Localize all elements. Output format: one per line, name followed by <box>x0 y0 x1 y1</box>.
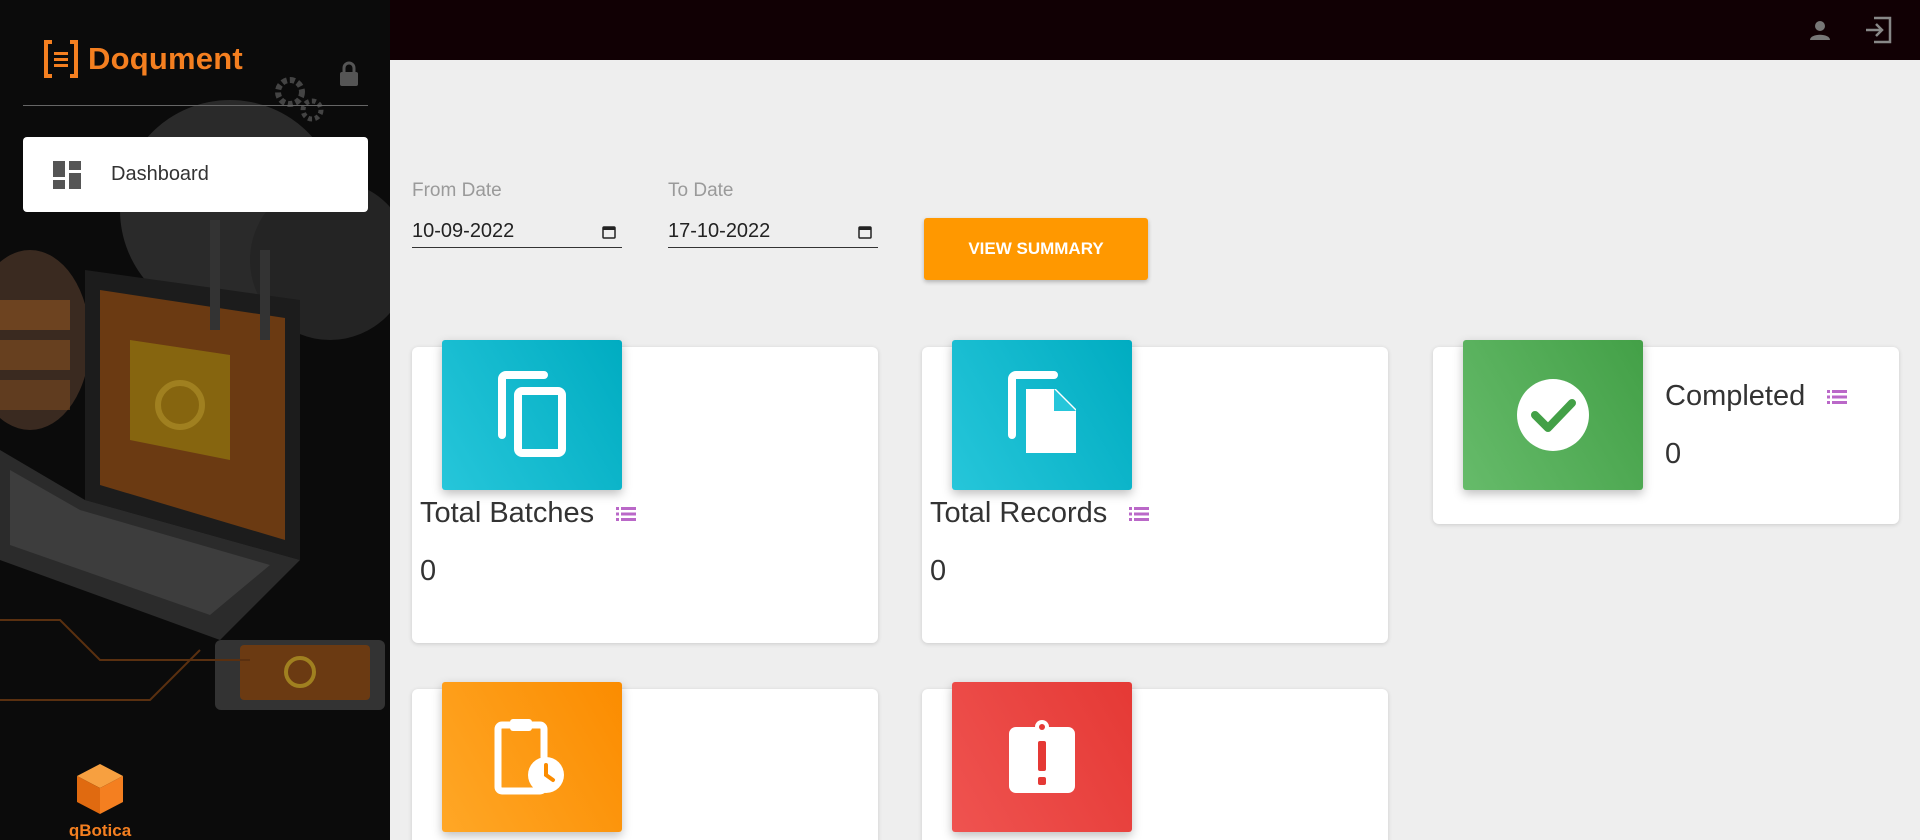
app-name: Doqument <box>88 41 243 76</box>
logout-icon <box>1866 16 1892 44</box>
view-summary-button[interactable]: VIEW SUMMARY <box>924 218 1148 280</box>
card-value: 0 <box>930 555 947 587</box>
total-batches-card: Total Batches 0 <box>412 340 878 643</box>
sidebar-item-dashboard[interactable]: Dashboard <box>23 137 368 212</box>
card-title: Completed <box>1665 380 1848 413</box>
user-button[interactable] <box>1802 12 1838 48</box>
from-date-field: From Date 10-09-2022 <box>412 180 622 248</box>
footer-brand: qBotica <box>60 762 140 840</box>
lock-icon <box>340 61 358 86</box>
to-date-input[interactable]: 17-10-2022 <box>668 216 878 248</box>
gear-icon <box>275 77 324 122</box>
card-icon-box <box>952 340 1132 490</box>
card-title-text: Total Records <box>930 497 1108 529</box>
from-date-value: 10-09-2022 <box>412 220 515 242</box>
to-date-value: 17-10-2022 <box>668 220 771 242</box>
sidebar-item-label: Dashboard <box>111 163 209 185</box>
card-icon-box <box>952 682 1132 832</box>
topbar <box>390 0 1920 60</box>
card-icon-box <box>442 682 622 832</box>
card-title-text: Completed <box>1665 380 1806 412</box>
pending-card <box>412 682 878 840</box>
card-value: 0 <box>1665 438 1682 470</box>
calendar-icon[interactable] <box>602 225 616 239</box>
clipboard-clock-icon <box>494 719 564 795</box>
list-icon[interactable] <box>1129 506 1150 522</box>
logo-divider <box>23 105 368 106</box>
cube-logo-icon <box>77 764 123 814</box>
card-title: Total Batches <box>420 497 637 530</box>
check-circle-icon <box>1517 379 1589 451</box>
from-date-input[interactable]: 10-09-2022 <box>412 216 622 248</box>
from-date-label: From Date <box>412 180 502 201</box>
app-logo[interactable]: Doqument <box>42 38 243 80</box>
to-date-label: To Date <box>668 180 734 201</box>
footer-brand-name: qBotica <box>68 821 132 840</box>
card-icon-box <box>442 340 622 490</box>
list-icon[interactable] <box>616 506 637 522</box>
clipboard-alert-icon <box>1009 720 1075 793</box>
copy-icon <box>498 371 566 457</box>
card-value: 0 <box>420 555 437 587</box>
card-icon-box <box>1463 340 1643 490</box>
file-copy-icon <box>1008 371 1076 453</box>
logout-button[interactable] <box>1860 12 1896 48</box>
card-title-text: Total Batches <box>420 497 595 529</box>
to-date-field: To Date 17-10-2022 <box>668 180 878 248</box>
logo-icon <box>44 40 78 78</box>
total-records-card: Total Records 0 <box>922 340 1388 643</box>
sidebar: Doqument Dashboard qBotica <box>0 0 390 840</box>
error-card <box>922 682 1388 840</box>
calendar-icon[interactable] <box>858 225 872 239</box>
card-title: Total Records <box>930 497 1150 530</box>
dashboard-icon <box>53 160 81 189</box>
sidebar-illustration <box>0 0 390 840</box>
list-icon[interactable] <box>1827 389 1848 405</box>
user-icon <box>1810 21 1830 40</box>
completed-card: Completed 0 <box>1433 340 1899 524</box>
